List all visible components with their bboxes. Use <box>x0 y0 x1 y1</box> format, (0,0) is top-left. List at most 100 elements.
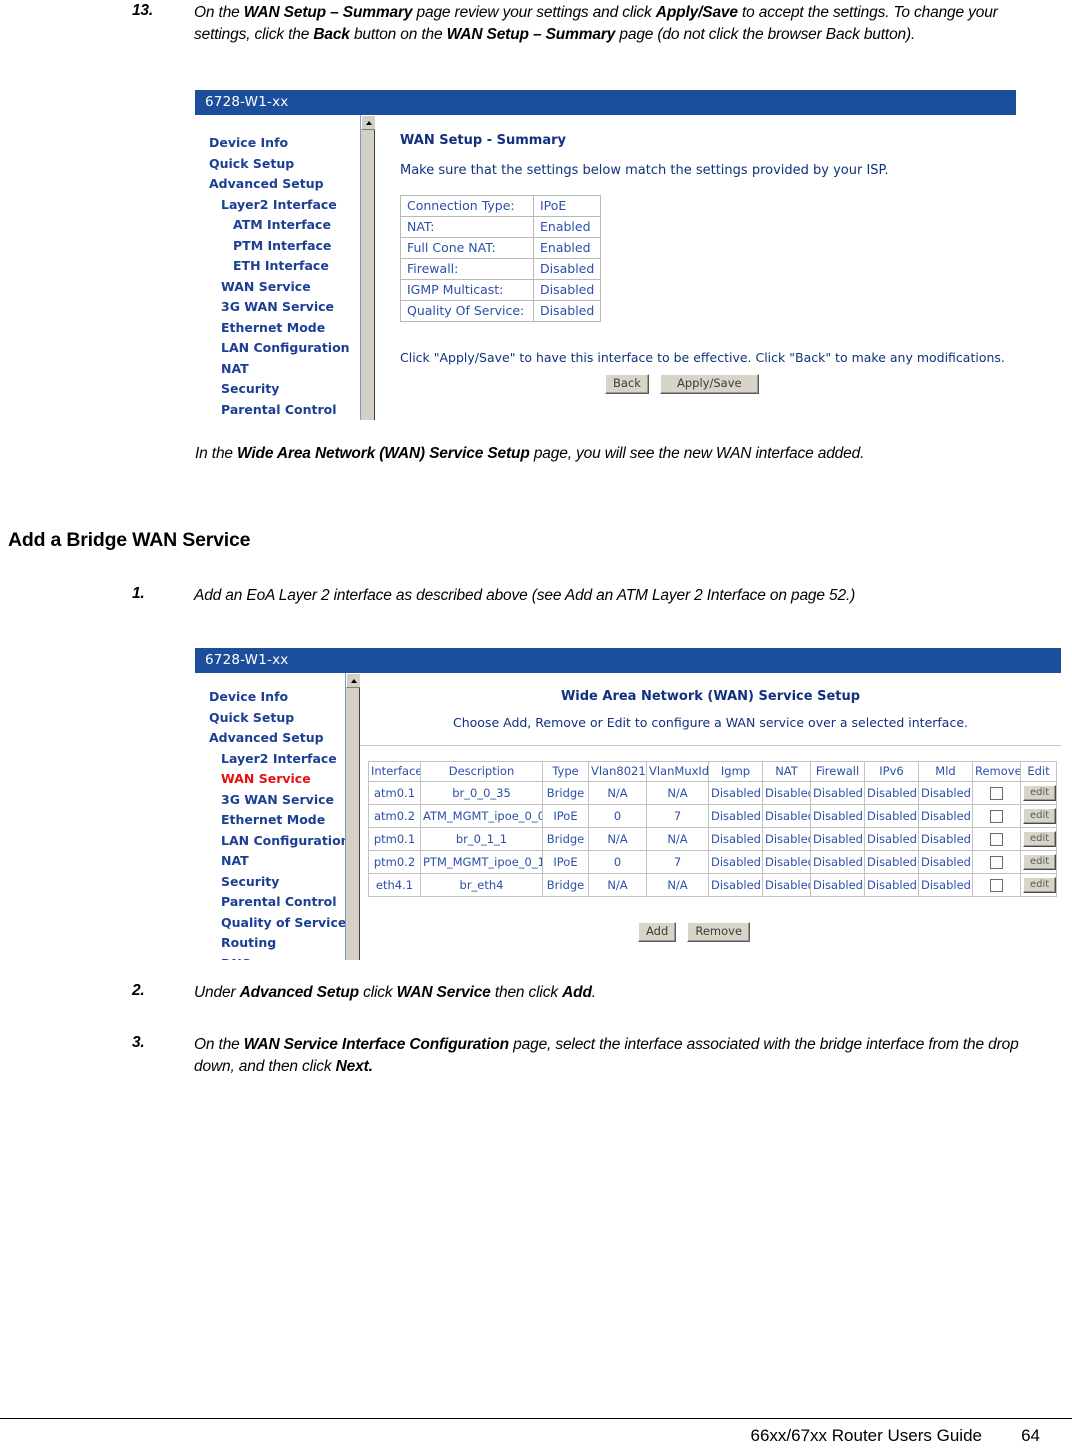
sidebar-item-device-info[interactable]: Device Info <box>195 133 360 154</box>
sidebar-item-nat[interactable]: NAT <box>195 359 360 380</box>
table-row: atm0.1 br_0_0_35 Bridge N/A N/A Disabled… <box>368 781 1057 805</box>
step-1-seg-1: on page 52.) <box>765 587 856 604</box>
table-row: Firewall: Disabled <box>400 258 602 280</box>
remove-checkbox[interactable] <box>990 809 1003 823</box>
edit-button[interactable]: edit <box>1023 785 1056 801</box>
cell-description: ATM_MGMT_ipoe_0_0_35.7 <box>420 804 543 828</box>
remove-checkbox[interactable] <box>990 878 1003 892</box>
scroll-up-arrow-icon[interactable] <box>361 115 376 130</box>
sidebar-item-routing[interactable]: Routing <box>195 933 345 954</box>
sidebar-item-eth-interface[interactable]: ETH Interface <box>195 256 360 277</box>
sidebar-item-lan-configuration[interactable]: LAN Configuration <box>195 831 350 852</box>
cell-vlan8021p: N/A <box>588 781 647 805</box>
cell-nat: Disabled <box>762 850 811 874</box>
apply-save-button[interactable]: Apply/Save <box>660 374 759 394</box>
col-header-remove: Remove <box>972 761 1021 782</box>
cell-edit[interactable]: edit <box>1020 850 1057 874</box>
table-row: Quality Of Service: Disabled <box>400 300 602 322</box>
sidebar-item-ptm-interface[interactable]: PTM Interface <box>195 236 360 257</box>
browser-window-title: 6728-W1-xx <box>195 648 1061 673</box>
remove-checkbox[interactable] <box>990 832 1003 846</box>
section-heading-add-bridge-wan-service: Add a Bridge WAN Service <box>8 529 251 551</box>
remove-button[interactable]: Remove <box>687 922 751 942</box>
sidebar-item-quality-of-service[interactable]: Quality of Service <box>195 913 346 934</box>
sidebar-item-atm-interface[interactable]: ATM Interface <box>195 215 360 236</box>
cell-description: br_0_1_1 <box>420 827 543 851</box>
step-13-seg-0: On the <box>194 4 244 21</box>
cell-firewall: Disabled <box>810 850 865 874</box>
sidebar-item-parental-control[interactable]: Parental Control <box>195 892 345 913</box>
sidebar-item-lan-configuration[interactable]: LAN Configuration <box>195 338 360 359</box>
table-row: Full Cone NAT: Enabled <box>400 237 602 259</box>
edit-button[interactable]: edit <box>1023 854 1056 870</box>
cell-remove[interactable] <box>972 850 1021 874</box>
scrollbar-track[interactable] <box>346 688 359 960</box>
cell-igmp: Disabled <box>708 804 763 828</box>
vertical-scrollbar[interactable] <box>345 673 361 960</box>
cell-edit[interactable]: edit <box>1020 804 1057 828</box>
col-header-mld: Mld <box>918 761 973 782</box>
sidebar-item-3g-wan-service[interactable]: 3G WAN Service <box>195 297 360 318</box>
scroll-up-arrow-icon[interactable] <box>346 673 361 688</box>
cell-firewall: Disabled <box>810 827 865 851</box>
step-1-seg-0: Add an EoA Layer 2 interface as describe… <box>194 587 766 604</box>
col-header-type: Type <box>542 761 589 782</box>
step-13-seg-2: page review your settings and click <box>412 4 656 21</box>
sidebar-item-wan-service[interactable]: WAN Service <box>195 277 360 298</box>
step-2-seg-4: then click <box>490 984 563 1001</box>
remove-checkbox[interactable] <box>990 855 1003 869</box>
step-13-seg-1: WAN Setup – Summary <box>243 4 413 21</box>
sidebar-item-layer2-interface[interactable]: Layer2 Interface <box>195 749 345 770</box>
sidebar-item-wan-service[interactable]: WAN Service <box>195 769 345 790</box>
cell-nat: Disabled <box>762 781 811 805</box>
cell-vlanmuxid: 7 <box>646 804 709 828</box>
sidebar-item-advanced-setup[interactable]: Advanced Setup <box>195 174 360 195</box>
sidebar-item-quick-setup[interactable]: Quick Setup <box>195 708 345 729</box>
step-2-seg-6: . <box>591 984 596 1001</box>
sidebar-item-quick-setup[interactable]: Quick Setup <box>195 154 360 175</box>
page-title: WAN Setup - Summary <box>400 133 566 148</box>
cell-remove[interactable] <box>972 873 1021 897</box>
cell-interface: atm0.2 <box>368 804 421 828</box>
step-2-seg-5: Add <box>562 984 592 1001</box>
cell-ipv6: Disabled <box>864 781 919 805</box>
sidebar-nav: Device Info Quick Setup Advanced Setup L… <box>195 115 360 420</box>
sidebar-item-advanced-setup[interactable]: Advanced Setup <box>195 728 345 749</box>
edit-button[interactable]: edit <box>1023 808 1056 824</box>
cell-remove[interactable] <box>972 827 1021 851</box>
sidebar-item-3g-wan-service[interactable]: 3G WAN Service <box>195 790 345 811</box>
sidebar-item-layer2-interface[interactable]: Layer2 Interface <box>195 195 360 216</box>
sidebar-nav: Device Info Quick Setup Advanced Setup L… <box>195 673 350 961</box>
vertical-scrollbar[interactable] <box>360 115 376 420</box>
sidebar-item-security[interactable]: Security <box>195 872 345 893</box>
sidebar-item-ethernet-mode[interactable]: Ethernet Mode <box>195 318 360 339</box>
edit-button[interactable]: edit <box>1023 877 1056 893</box>
step-1-text: Add an EoA Layer 2 interface as describe… <box>194 585 855 607</box>
add-button[interactable]: Add <box>638 922 677 942</box>
sidebar-item-dns[interactable]: DNS <box>195 954 345 961</box>
sidebar-item-parental-control[interactable]: Parental Control <box>195 400 360 421</box>
cell-interface: atm0.1 <box>368 781 421 805</box>
scrollbar-track[interactable] <box>361 130 374 420</box>
edit-button[interactable]: edit <box>1023 831 1056 847</box>
cell-edit[interactable]: edit <box>1020 781 1057 805</box>
table-row: NAT: Enabled <box>400 216 602 238</box>
step-2-seg-1: Advanced Setup <box>239 984 359 1001</box>
sidebar-item-device-info[interactable]: Device Info <box>195 687 345 708</box>
step-13-seg-6: button on the <box>349 25 447 43</box>
step-3-seg-3: Next. <box>335 1057 373 1075</box>
sidebar-item-security[interactable]: Security <box>195 379 360 400</box>
back-button[interactable]: Back <box>605 374 649 394</box>
cell-edit[interactable]: edit <box>1020 827 1057 851</box>
sidebar-item-ethernet-mode[interactable]: Ethernet Mode <box>195 810 345 831</box>
remove-checkbox[interactable] <box>990 786 1003 800</box>
sidebar-item-nat[interactable]: NAT <box>195 851 345 872</box>
cell-remove[interactable] <box>972 804 1021 828</box>
table-row: ptm0.1 br_0_1_1 Bridge N/A N/A Disabled … <box>368 827 1057 851</box>
col-header-vlanmuxid: VlanMuxId <box>646 761 709 782</box>
cell-nat: Disabled <box>762 873 811 897</box>
para-seg-2: page, you will see the new WAN interface… <box>529 445 865 462</box>
cell-remove[interactable] <box>972 781 1021 805</box>
wan-table-button-row: Add Remove <box>638 920 751 942</box>
cell-edit[interactable]: edit <box>1020 873 1057 897</box>
